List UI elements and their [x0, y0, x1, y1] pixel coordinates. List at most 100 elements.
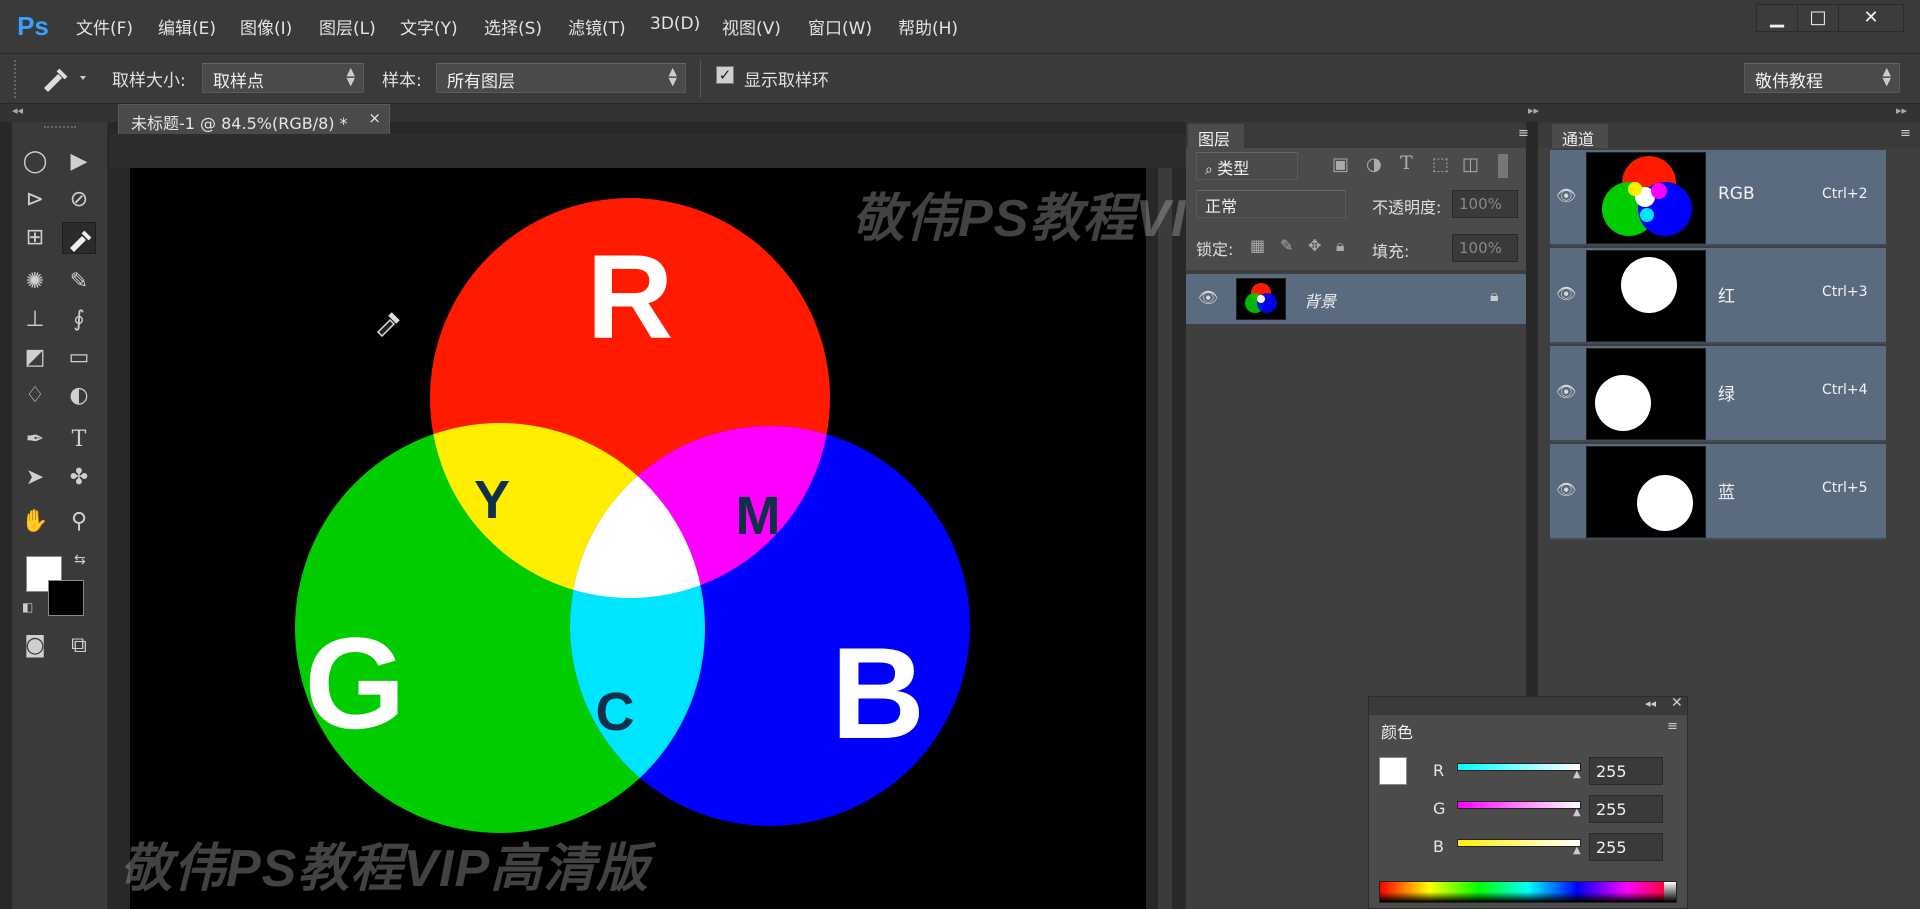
- filter-toggle[interactable]: [1498, 154, 1508, 178]
- filter-pixel-icon[interactable]: ▣: [1332, 154, 1349, 175]
- lock-label: 锁定:: [1196, 240, 1234, 259]
- panel-menu-icon[interactable]: ≡: [1900, 126, 1911, 141]
- blur-tool-icon[interactable]: ♢: [18, 380, 52, 412]
- menu-image[interactable]: 图像(I): [240, 14, 292, 39]
- layer-visibility-eye-icon[interactable]: 👁︎: [1198, 288, 1218, 307]
- sample-dropdown[interactable]: 所有图层 ▲ ▼: [436, 63, 686, 93]
- quick-mask-icon[interactable]: ◙: [18, 630, 52, 662]
- toolbar-grip[interactable]: [44, 126, 76, 129]
- layer-name[interactable]: 背景: [1304, 288, 1336, 312]
- r-value-input[interactable]: 255: [1589, 757, 1663, 785]
- sample-size-dropdown[interactable]: 取样点 ▲ ▼: [202, 63, 364, 93]
- history-brush-icon[interactable]: ∮: [62, 304, 96, 336]
- g-slider[interactable]: [1457, 801, 1581, 809]
- panel-menu-icon[interactable]: ≡: [1518, 126, 1529, 141]
- close-button[interactable]: ✕: [1838, 4, 1904, 32]
- filter-shape-icon[interactable]: ⬚: [1432, 154, 1449, 175]
- channel-row-green[interactable]: 👁︎ 绿 Ctrl+4: [1550, 346, 1886, 442]
- channel-visibility-eye-icon[interactable]: 👁︎: [1556, 284, 1576, 303]
- collapse-right-icon[interactable]: ▸▸: [1896, 104, 1907, 117]
- close-tab-icon[interactable]: ×: [368, 109, 381, 127]
- menu-layer[interactable]: 图层(L): [319, 14, 376, 39]
- clone-stamp-icon[interactable]: ⊥: [18, 304, 52, 336]
- opacity-input[interactable]: 100%: [1452, 190, 1518, 218]
- color-spectrum-ramp[interactable]: [1379, 881, 1677, 903]
- r-slider[interactable]: [1457, 763, 1581, 771]
- default-colors-icon[interactable]: ◧: [22, 600, 33, 614]
- menu-edit[interactable]: 编辑(E): [158, 14, 216, 39]
- menu-select[interactable]: 选择(S): [484, 14, 542, 39]
- menu-help[interactable]: 帮助(H): [898, 14, 958, 39]
- lock-position-icon[interactable]: ✥: [1308, 236, 1321, 255]
- hand-tool-icon[interactable]: ✋: [18, 506, 52, 538]
- channel-visibility-eye-icon[interactable]: 👁︎: [1556, 480, 1576, 499]
- g-slider-handle-icon[interactable]: ▲: [1573, 807, 1581, 818]
- panel-menu-icon[interactable]: ≡: [1667, 719, 1678, 734]
- b-slider[interactable]: [1457, 839, 1581, 847]
- eraser-icon[interactable]: ◩: [18, 342, 52, 374]
- filter-adjustment-icon[interactable]: ◑: [1366, 154, 1382, 175]
- menu-view[interactable]: 视图(V): [722, 14, 781, 39]
- filter-smart-object-icon[interactable]: ◫: [1462, 154, 1479, 175]
- channel-visibility-eye-icon[interactable]: 👁︎: [1556, 186, 1576, 205]
- polygonal-lasso-icon[interactable]: ⊳: [18, 184, 52, 216]
- tool-preset-picker[interactable]: [36, 62, 92, 94]
- show-sampling-ring-checkbox[interactable]: ✓: [716, 66, 734, 84]
- sample-label: 样本:: [382, 71, 422, 91]
- b-value-input[interactable]: 255: [1589, 833, 1663, 861]
- menu-3d[interactable]: 3D(D): [650, 14, 700, 34]
- move-tool-icon[interactable]: ▶: [62, 146, 96, 178]
- background-color-swatch[interactable]: [48, 580, 84, 616]
- menu-type[interactable]: 文字(Y): [400, 14, 458, 39]
- layer-row[interactable]: 👁︎ 背景 🔒︎: [1186, 274, 1526, 324]
- filter-type-icon[interactable]: T: [1400, 152, 1413, 174]
- fill-input[interactable]: 100%: [1452, 234, 1518, 262]
- swap-colors-icon[interactable]: ⇆: [74, 552, 86, 568]
- channel-visibility-eye-icon[interactable]: 👁︎: [1556, 382, 1576, 401]
- document-tab[interactable]: 未标题-1 @ 84.5%(RGB/8) * ×: [118, 104, 390, 134]
- channel-row-red[interactable]: 👁︎ 红 Ctrl+3: [1550, 248, 1886, 344]
- eyedropper-tool-icon[interactable]: [62, 222, 96, 254]
- channel-row-rgb[interactable]: 👁︎ RGB Ctrl+2: [1550, 150, 1886, 246]
- screen-mode-icon[interactable]: ⧉: [62, 630, 96, 662]
- blend-mode-dropdown[interactable]: 正常: [1196, 190, 1346, 218]
- channel-row-blue[interactable]: 👁︎ 蓝 Ctrl+5: [1550, 444, 1886, 540]
- gradient-icon[interactable]: ▭: [62, 342, 96, 374]
- menu-file[interactable]: 文件(F): [76, 14, 133, 39]
- channels-tab[interactable]: 通道: [1552, 124, 1608, 149]
- brush-tool-icon[interactable]: ✎: [62, 266, 96, 298]
- layers-tab[interactable]: 图层: [1188, 124, 1244, 149]
- crop-tool-icon[interactable]: ⊞: [18, 222, 52, 254]
- lock-all-icon[interactable]: 🔒︎: [1336, 236, 1345, 256]
- color-tab[interactable]: 颜色: [1371, 717, 1427, 742]
- quick-selection-icon[interactable]: ⊘: [62, 184, 96, 216]
- lock-image-icon[interactable]: ✎: [1280, 236, 1293, 255]
- maximize-button[interactable]: □: [1797, 4, 1839, 32]
- canvas[interactable]: R G B Y M C: [130, 168, 1146, 909]
- dodge-tool-icon[interactable]: ◐: [62, 380, 96, 412]
- channel-thumbnail-green: [1586, 348, 1706, 440]
- options-grip[interactable]: [14, 60, 18, 98]
- custom-shape-icon[interactable]: ✤: [62, 462, 96, 494]
- vertical-scrollbar[interactable]: [1158, 168, 1172, 909]
- collapse-panel-icon[interactable]: ◂◂: [1645, 697, 1656, 710]
- lock-transparent-icon[interactable]: ▦: [1250, 236, 1265, 255]
- b-slider-handle-icon[interactable]: ▲: [1573, 845, 1581, 856]
- layer-filter-dropdown[interactable]: ⌕ 类型: [1196, 152, 1298, 180]
- spot-healing-icon[interactable]: ✺: [18, 266, 52, 298]
- path-selection-icon[interactable]: ➤: [18, 462, 52, 494]
- close-panel-icon[interactable]: ✕: [1671, 695, 1683, 711]
- foreground-color-swatch[interactable]: [1379, 757, 1407, 785]
- elliptical-marquee-icon[interactable]: ◯: [18, 146, 52, 178]
- zoom-tool-icon[interactable]: ⚲: [62, 506, 96, 538]
- pen-tool-icon[interactable]: ✒: [18, 424, 52, 456]
- g-value-input[interactable]: 255: [1589, 795, 1663, 823]
- collapse-right-icon[interactable]: ▸▸: [1528, 104, 1539, 117]
- collapse-left-icon[interactable]: ◂◂: [12, 104, 23, 117]
- workspace-dropdown[interactable]: 敬伟教程 ▲ ▼: [1744, 63, 1900, 93]
- type-tool-icon[interactable]: T: [62, 424, 96, 456]
- menu-window[interactable]: 窗口(W): [808, 14, 872, 39]
- menu-filter[interactable]: 滤镜(T): [568, 14, 626, 39]
- r-slider-handle-icon[interactable]: ▲: [1573, 769, 1581, 780]
- minimize-button[interactable]: ▁: [1756, 4, 1798, 32]
